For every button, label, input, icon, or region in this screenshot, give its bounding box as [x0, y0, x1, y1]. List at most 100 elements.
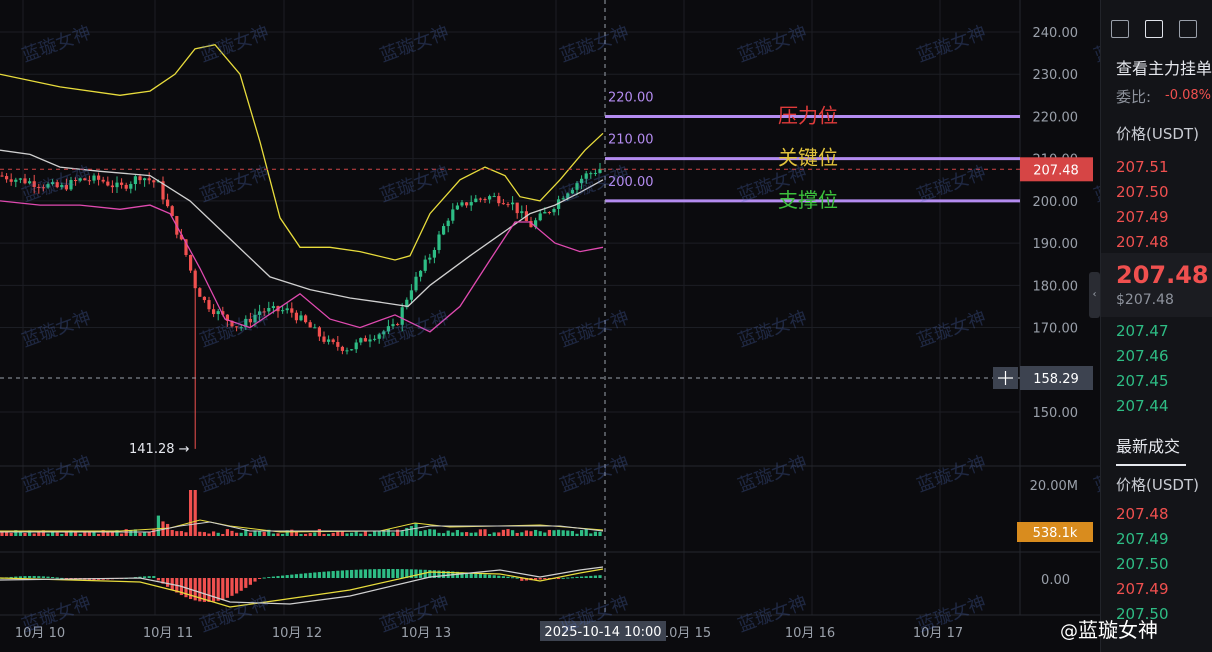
x-tick-label: 10月 15: [661, 626, 711, 641]
candle-body: [515, 202, 519, 214]
volume-bar: [442, 533, 446, 536]
macd-histogram-bar: [230, 578, 234, 596]
macd-histogram-bar: [391, 569, 395, 578]
candle-body: [547, 212, 551, 214]
macd-histogram-bar: [28, 576, 32, 578]
volume-bar: [451, 532, 455, 536]
candle-body: [593, 172, 597, 174]
volume-bar: [221, 533, 225, 536]
orderbook-price-header: 价格(USDT): [1116, 125, 1199, 143]
volume-bar: [202, 532, 206, 536]
candle-body: [46, 184, 50, 188]
collapse-panel-button[interactable]: ‹: [1089, 272, 1100, 318]
macd-histogram-bar: [336, 570, 340, 578]
candle-body: [14, 179, 18, 182]
volume-bar: [428, 529, 432, 536]
macd-histogram-bar: [501, 576, 505, 578]
macd-histogram-bar: [248, 578, 252, 585]
volume-bar: [446, 530, 450, 536]
volume-bar: [584, 529, 588, 536]
macd-histogram-bar: [331, 571, 335, 578]
candle-body: [359, 338, 363, 343]
candle-body: [304, 315, 308, 323]
tab-latest-trades[interactable]: 最新成交: [1116, 433, 1180, 457]
orderbook-sell-icon[interactable]: [1179, 20, 1197, 38]
candle-body: [382, 331, 386, 335]
macd-histogram-bar: [345, 570, 349, 578]
volume-bar: [230, 530, 234, 536]
orderbook-both-icon[interactable]: [1111, 20, 1129, 38]
volume-bar: [166, 523, 170, 536]
candle-body: [262, 311, 266, 313]
volume-bar: [437, 532, 441, 536]
orderbook-buy-icon[interactable]: [1145, 20, 1163, 38]
volume-bar: [566, 530, 570, 536]
volume-bar: [152, 529, 156, 536]
macd-histogram-bar: [557, 578, 561, 579]
macd-histogram-bar: [46, 576, 50, 578]
volume-bar: [138, 532, 142, 536]
macd-histogram-bar: [474, 573, 478, 578]
candle-body: [474, 198, 478, 203]
macd-histogram-bar: [166, 578, 170, 587]
candle-body: [138, 176, 142, 181]
macd-histogram-bar: [37, 576, 41, 578]
view-main-orders-link[interactable]: 查看主力挂单: [1116, 55, 1212, 79]
candle-body: [212, 309, 216, 315]
volume-bar: [557, 529, 561, 536]
macd-histogram-bar: [354, 569, 358, 578]
candle-body: [87, 180, 91, 182]
volume-bar: [538, 531, 542, 536]
candle-body: [281, 310, 285, 312]
candle-body: [570, 189, 574, 194]
candle-body: [322, 336, 326, 342]
candle-body: [308, 322, 312, 328]
current-price-text: 207.48: [1033, 163, 1079, 178]
price-chart[interactable]: 240.00 230.00 220.00 210.00 200.00 190.00 180.…: [0, 0, 1100, 652]
candle-body: [51, 182, 55, 185]
candle-body: [317, 327, 321, 337]
candle-body: [235, 326, 239, 328]
volume-bar: [248, 532, 252, 536]
volume-tick-label: 20.00M: [1030, 479, 1078, 494]
candle-body: [133, 176, 137, 185]
candle-body: [497, 196, 501, 204]
candle-body: [124, 184, 128, 189]
macd-histogram-bar: [598, 575, 602, 578]
macd-histogram-bar: [281, 575, 285, 578]
macd-histogram-bar: [580, 576, 584, 578]
candle-body: [18, 178, 22, 180]
volume-bar: [216, 532, 220, 536]
macd-histogram-bar: [382, 569, 386, 578]
candle-body: [543, 212, 547, 214]
volume-bar: [570, 531, 574, 536]
candle-body: [386, 326, 390, 332]
macd-histogram-bar: [276, 576, 280, 578]
candle-body: [423, 259, 427, 271]
macd-histogram-bar: [363, 569, 367, 578]
candle-body: [350, 349, 354, 351]
ask-price: 207.51: [1116, 158, 1169, 176]
volume-bar: [179, 531, 183, 536]
candle-body: [414, 276, 418, 291]
candle-body: [552, 208, 556, 213]
macd-histogram-bar: [506, 576, 510, 578]
candle-body: [110, 185, 114, 188]
crosshair-price-text: 158.29: [1033, 372, 1079, 387]
volume-bar: [455, 530, 459, 536]
candle-body: [248, 318, 252, 323]
macd-histogram-bar: [492, 575, 496, 578]
candle-body: [78, 178, 82, 181]
ask-price: 207.49: [1116, 208, 1169, 226]
trade-price: 207.49: [1116, 580, 1169, 598]
volume-bar: [589, 533, 593, 536]
volume-bar: [271, 533, 275, 536]
candle-body: [363, 338, 367, 342]
candle-body: [488, 196, 492, 200]
macd-histogram-bar: [225, 578, 229, 598]
volume-bar: [543, 532, 547, 536]
macd-histogram-bar: [396, 569, 400, 578]
macd-histogram-bar: [566, 577, 570, 579]
macd-histogram-bar: [561, 577, 565, 579]
candle-body: [60, 184, 64, 188]
